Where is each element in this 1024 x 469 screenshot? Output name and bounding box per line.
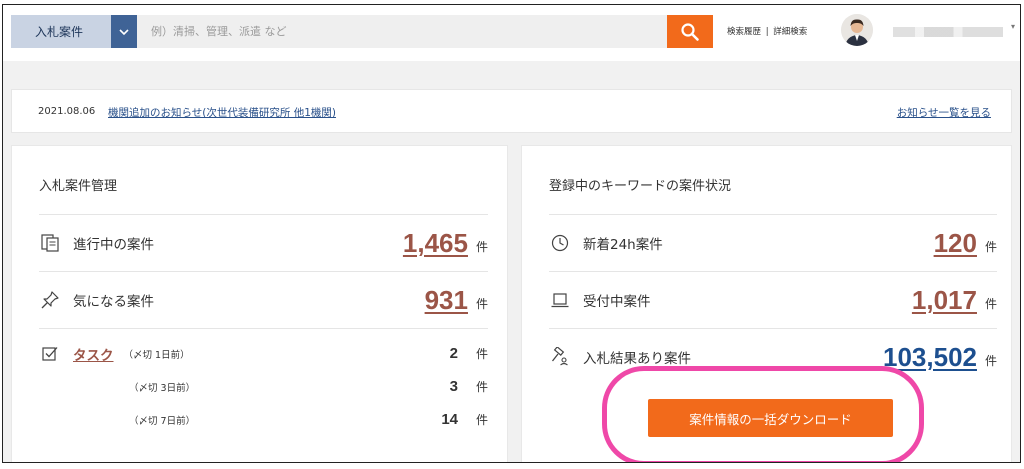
row-label: 受付中案件 [583, 294, 651, 310]
search-input[interactable] [137, 15, 667, 48]
unit-label: 件 [475, 413, 488, 427]
task-count: 2 [449, 345, 458, 362]
search-history-link[interactable]: 検索履歴 [727, 27, 761, 37]
checkbox-icon [39, 343, 61, 365]
top-header: 入札案件 検索履歴 | 詳細検索 [3, 5, 1020, 61]
notice-bar: 2021.08.06 機関追加のお知らせ(次世代装備研究所 他1機関) お知らせ… [11, 89, 1012, 133]
task-line: （〆切 7日前） 14 件 [39, 403, 488, 436]
task-line: タスク （〆切 1日前） 2 件 [39, 337, 488, 370]
task-count: 14 [441, 411, 458, 428]
card-title: 登録中のキーワードの案件状況 [549, 179, 732, 194]
watchlist-count-link[interactable]: 931 [425, 285, 468, 316]
app-window: 入札案件 検索履歴 | 詳細検索 [2, 4, 1021, 463]
chevron-down-icon[interactable] [111, 15, 137, 48]
unit-label: 件 [475, 296, 488, 311]
user-avatar-icon [841, 14, 873, 46]
header-links: 検索履歴 | 詳細検索 [727, 25, 807, 37]
accepting-count-link[interactable]: 1,017 [912, 285, 977, 316]
row-label: 進行中の案件 [73, 237, 154, 253]
task-count: 3 [449, 378, 458, 395]
clock-icon [549, 232, 571, 254]
card-title: 入札案件管理 [39, 179, 118, 194]
laptop-icon [549, 289, 571, 311]
pushpin-icon [39, 289, 61, 311]
in-progress-count-link[interactable]: 1,465 [403, 228, 468, 259]
row-label: 入札結果あり案件 [583, 351, 691, 367]
avatar[interactable] [841, 14, 873, 46]
link-separator: | [765, 27, 769, 37]
category-select[interactable]: 入札案件 [11, 15, 111, 48]
row-accepting: 受付中案件 1,017 件 [549, 271, 997, 328]
all-notices-link[interactable]: お知らせ一覧を見る [897, 105, 991, 120]
bulk-download-button[interactable]: 案件情報の一括ダウンロード [648, 399, 893, 437]
task-link[interactable]: タスク [73, 344, 114, 364]
bid-management-card: 入札案件管理 進行中の案件 1,465 件 気になる案件 931 件 タスク （… [11, 145, 508, 462]
task-block: タスク （〆切 1日前） 2 件 （〆切 3日前） 3 件 （〆切 7日前） 1… [39, 328, 488, 436]
notice-link[interactable]: 機関追加のお知らせ(次世代装備研究所 他1機関) [108, 105, 336, 120]
row-label: 新着24h案件 [583, 237, 663, 253]
deadline-label: （〆切 3日前） [129, 382, 196, 394]
row-label: 気になる案件 [73, 294, 154, 310]
notice-date: 2021.08.06 [38, 106, 96, 117]
task-line: （〆切 3日前） 3 件 [39, 370, 488, 403]
unit-label: 件 [984, 296, 997, 311]
deadline-label: （〆切 1日前） [123, 349, 190, 361]
unit-label: 件 [475, 347, 488, 361]
username-blurred [893, 27, 1003, 37]
search-icon [681, 22, 699, 41]
unit-label: 件 [984, 239, 997, 254]
user-menu-caret-icon[interactable]: ▾ [1011, 22, 1015, 31]
row-in-progress: 進行中の案件 1,465 件 [39, 214, 488, 271]
advanced-search-link[interactable]: 詳細検索 [773, 27, 807, 37]
gavel-icon [549, 346, 571, 368]
unit-label: 件 [475, 239, 488, 254]
deadline-label: （〆切 7日前） [129, 415, 196, 427]
row-new-24h: 新着24h案件 120 件 [549, 214, 997, 271]
document-icon [39, 232, 61, 254]
search-bar: 入札案件 [11, 15, 713, 48]
search-button[interactable] [667, 15, 713, 48]
new-24h-count-link[interactable]: 120 [934, 228, 977, 259]
unit-label: 件 [984, 353, 997, 368]
row-watchlist: 気になる案件 931 件 [39, 271, 488, 328]
unit-label: 件 [475, 380, 488, 394]
